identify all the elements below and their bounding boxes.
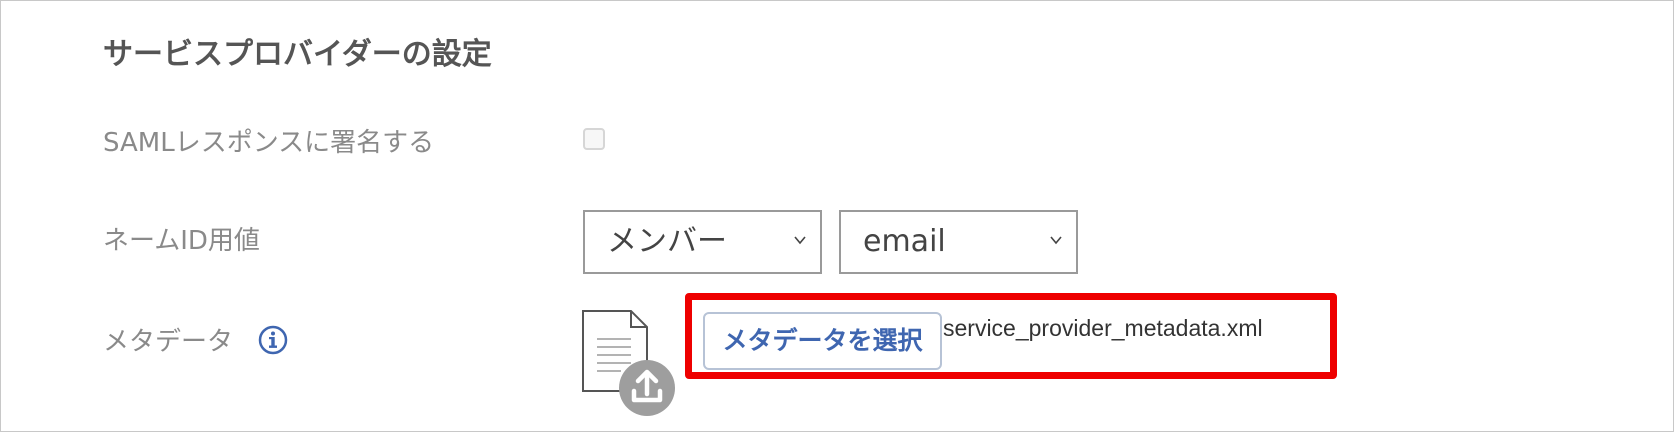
- name-id-attribute-select[interactable]: email: [839, 210, 1078, 274]
- settings-panel: サービスプロバイダーの設定 SAMLレスポンスに署名する ネームID用値 メンバ…: [0, 0, 1674, 432]
- upload-icon[interactable]: [619, 360, 675, 416]
- metadata-label: メタデータ: [103, 327, 234, 357]
- metadata-file-name: service_provider_metadata.xml: [943, 315, 1263, 341]
- document-icon: [582, 310, 675, 416]
- select-metadata-button[interactable]: メタデータを選択: [703, 312, 942, 370]
- info-icon[interactable]: [258, 325, 288, 355]
- chevron-down-icon: [1050, 236, 1062, 245]
- name-id-label: ネームID用値: [103, 226, 260, 256]
- name-id-attribute-value: email: [863, 224, 946, 259]
- section-title: サービスプロバイダーの設定: [103, 37, 492, 72]
- sign-saml-checkbox[interactable]: [583, 128, 605, 150]
- sign-saml-label: SAMLレスポンスに署名する: [103, 128, 435, 158]
- name-id-source-select[interactable]: メンバー: [583, 210, 822, 274]
- name-id-source-value: メンバー: [607, 224, 727, 259]
- chevron-down-icon: [794, 236, 806, 245]
